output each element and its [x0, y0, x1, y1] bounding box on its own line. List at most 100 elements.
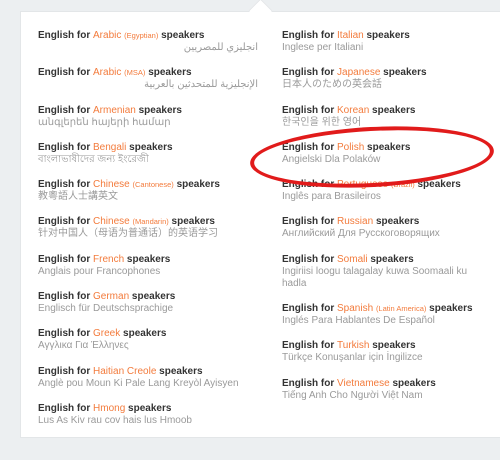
option-title: English for Somali speakers: [282, 254, 492, 266]
language-option-hmong[interactable]: English for Hmong speakers Lus As Kiv rau…: [38, 403, 258, 427]
prefix-text: English for: [38, 30, 91, 41]
native-language-title: Английский Для Русскоговорящих: [282, 228, 440, 240]
language-name: Japanese: [337, 67, 381, 79]
prefix-text: English for: [282, 253, 335, 265]
native-language-title: Angielski Dla Polaków: [282, 153, 381, 165]
native-language-title: 教粵語人士講英文: [38, 191, 118, 203]
prefix-text: English for: [38, 216, 91, 228]
option-title: English for Bengali speakers: [38, 142, 258, 154]
language-name: Arabic: [93, 30, 122, 41]
native-language-title: անգլերեն հայերի համար: [38, 116, 171, 128]
language-option-german[interactable]: English for German speakers Englisch für …: [38, 291, 258, 315]
prefix-text: English for: [282, 141, 335, 153]
suffix-text: speakers: [129, 141, 173, 153]
language-option-russian[interactable]: English for Russian speakers Английский Д…: [282, 216, 492, 240]
language-option-korean[interactable]: English for Korean speakers 한국인을 위한 영어: [282, 105, 492, 129]
language-name: Turkish: [337, 340, 370, 352]
option-title: English for Arabic (Egyptian) speakers: [38, 30, 258, 42]
option-title: English for Spanish (Latin America) spea…: [282, 303, 492, 315]
native-language-title: Inglés Para Hablantes De Español: [282, 315, 435, 327]
prefix-text: English for: [282, 104, 335, 116]
native-language-title: 日本人のための英会話: [282, 79, 382, 91]
language-name: Armenian: [93, 104, 136, 116]
language-name: Somali: [337, 253, 368, 265]
suffix-text: speakers: [417, 179, 461, 191]
native-language-title: Anglè pou Moun Ki Pale Lang Kreyòl Ayisy…: [38, 377, 239, 389]
language-option-haitian-creole[interactable]: English for Haitian Creole speakers Anglè…: [38, 366, 258, 390]
language-option-arabic-egyptian[interactable]: English for Arabic (Egyptian) speakers ان…: [38, 30, 258, 54]
native-language-title: Inglês para Brasileiros: [282, 191, 381, 203]
suffix-text: speakers: [392, 377, 436, 389]
option-title: English for Armenian speakers: [38, 105, 258, 117]
suffix-text: speakers: [372, 104, 416, 116]
native-language-title: Inglese per Italiani: [282, 42, 364, 53]
prefix-text: English for: [282, 216, 335, 228]
language-name: Polish: [337, 141, 365, 153]
language-name: Arabic: [93, 67, 122, 79]
language-option-chinese-cantonese[interactable]: English for Chinese (Cantonese) speakers…: [38, 179, 258, 203]
language-option-greek[interactable]: English for Greek speakers Αγγλικα Για Έλ…: [38, 328, 258, 352]
option-title: English for French speakers: [38, 254, 258, 266]
native-language-title: Tiếng Anh Cho Người Việt Nam: [282, 389, 423, 401]
suffix-text: speakers: [176, 179, 220, 191]
language-name: Hmong: [93, 402, 126, 414]
language-option-portuguese-brazil[interactable]: English for Portuguese (Brazil) speakers…: [282, 179, 492, 203]
suffix-text: speakers: [138, 104, 182, 116]
language-variant: (Mandarin): [132, 217, 169, 227]
prefix-text: English for: [38, 253, 91, 265]
suffix-text: speakers: [131, 291, 176, 303]
suffix-text: speakers: [383, 67, 427, 79]
language-option-spanish-latin-america[interactable]: English for Spanish (Latin America) spea…: [282, 303, 492, 327]
native-language-title: انجليزي للمصريين: [183, 42, 258, 53]
option-title: English for Portuguese (Brazil) speakers: [282, 179, 492, 191]
suffix-text: speakers: [370, 253, 414, 265]
suffix-text: speakers: [148, 67, 192, 79]
language-variant: (MSA): [124, 68, 146, 78]
language-option-somali[interactable]: English for Somali speakers Ingiriisi loo…: [282, 254, 492, 290]
prefix-text: English for: [282, 179, 335, 191]
language-name: Portuguese: [337, 179, 389, 191]
prefix-text: English for: [282, 303, 335, 315]
option-title: English for Italian speakers: [282, 30, 492, 42]
prefix-text: English for: [38, 104, 91, 116]
native-language-title: Anglais pour Francophones: [38, 265, 161, 277]
language-option-bengali[interactable]: English for Bengali speakers বাংলাভাষীদের…: [38, 142, 258, 166]
prefix-text: English for: [282, 67, 335, 79]
native-language-title: বাংলাভাষীদের জন্য ইংরেজী: [38, 153, 149, 165]
language-option-arabic-msa[interactable]: English for Arabic (MSA) speakers الإنجلي…: [38, 67, 258, 91]
prefix-text: English for: [282, 340, 335, 352]
suffix-text: speakers: [429, 303, 473, 315]
language-option-italian[interactable]: English for Italian speakers Inglese per …: [282, 30, 492, 54]
language-option-vietnamese[interactable]: English for Vietnamese speakers Tiếng Anh…: [282, 378, 492, 402]
language-option-turkish[interactable]: English for Turkish speakers Türkçe Konuş…: [282, 340, 492, 364]
suffix-text: speakers: [367, 141, 411, 153]
option-title: English for German speakers: [38, 291, 258, 303]
suffix-text: speakers: [123, 328, 167, 340]
option-title: English for Haitian Creole speakers: [38, 366, 258, 378]
native-language-title: Türkçe Konuşanlar için İngilizce: [282, 352, 423, 364]
suffix-text: speakers: [375, 216, 420, 228]
language-option-chinese-mandarin[interactable]: English for Chinese (Mandarin) speakers 针…: [38, 216, 258, 240]
suffix-text: speakers: [372, 340, 416, 352]
option-title: English for Hmong speakers: [38, 403, 258, 415]
language-option-armenian[interactable]: English for Armenian speakers անգլերեն հա…: [38, 105, 258, 129]
suffix-text: speakers: [126, 253, 171, 265]
language-option-polish[interactable]: English for Polish speakers Angielski Dla…: [282, 142, 492, 166]
option-title: English for Russian speakers: [282, 216, 492, 228]
language-name: Korean: [337, 104, 370, 116]
language-list-right: English for Italian speakers Inglese per …: [282, 30, 492, 415]
option-title: English for Vietnamese speakers: [282, 378, 492, 390]
suffix-text: speakers: [161, 30, 205, 41]
language-name: Spanish: [337, 303, 374, 315]
option-title: English for Chinese (Cantonese) speakers: [38, 179, 258, 191]
suffix-text: speakers: [159, 365, 203, 377]
prefix-text: English for: [38, 291, 91, 303]
suffix-text: speakers: [171, 216, 215, 228]
option-title: English for Japanese speakers: [282, 67, 492, 79]
language-option-japanese[interactable]: English for Japanese speakers 日本人のための英会話: [282, 67, 492, 91]
language-option-french[interactable]: English for French speakers Anglais pour …: [38, 254, 258, 278]
native-language-title: Αγγλικα Για Έλληνες: [38, 340, 129, 352]
language-variant: (Egyptian): [124, 31, 159, 40]
option-title: English for Polish speakers: [282, 142, 492, 154]
language-name: Chinese: [93, 216, 130, 228]
